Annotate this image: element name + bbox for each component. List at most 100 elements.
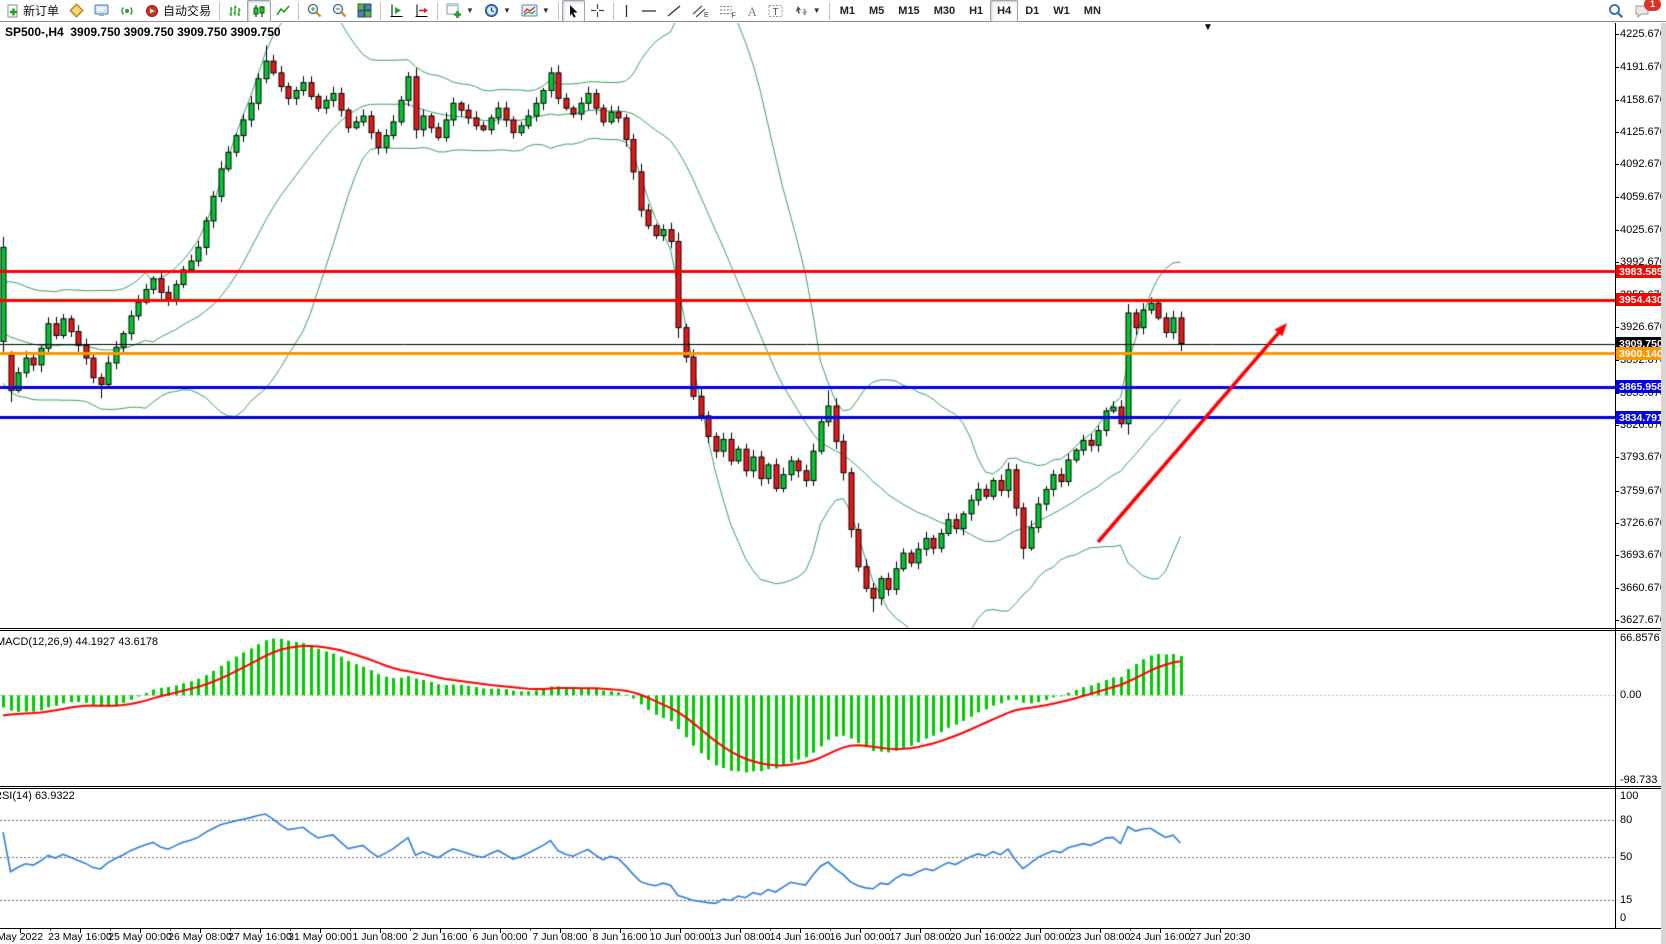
- text-label-button[interactable]: T: [763, 0, 789, 22]
- price-axis-tick: [1615, 164, 1619, 165]
- indicator-axis-label: 80: [1620, 814, 1632, 826]
- gold-diamond-icon: [69, 3, 84, 18]
- terminal-button[interactable]: [89, 0, 115, 22]
- notifications-button[interactable]: 1: [1629, 0, 1656, 22]
- time-axis-label: 8 Jun 16:00: [593, 931, 648, 943]
- chart-shift-button[interactable]: [384, 0, 409, 22]
- price-tag: 3983.585: [1616, 265, 1663, 278]
- trendline-button[interactable]: [662, 0, 687, 22]
- timeframe-button-W1[interactable]: W1: [1046, 0, 1077, 22]
- new-order-icon: [6, 4, 20, 18]
- zoom-in-icon: [307, 3, 322, 18]
- time-axis-minor-tick: [530, 929, 531, 931]
- indicators-dropdown[interactable]: ▼: [516, 0, 555, 22]
- price-tag: 3865.958: [1616, 380, 1663, 393]
- toolbar-separator: [219, 2, 220, 20]
- periodicity-dropdown[interactable]: ▼: [479, 0, 516, 22]
- price-axis-tick: [1615, 620, 1619, 621]
- price-axis-tick: [1615, 555, 1619, 556]
- zoom-out-button[interactable]: [327, 0, 352, 22]
- price-axis-label: 3693.670: [1620, 549, 1666, 561]
- vertical-line-button[interactable]: [617, 0, 636, 22]
- tile-windows-button[interactable]: [352, 0, 377, 22]
- market-watch-button[interactable]: [64, 0, 89, 22]
- price-axis-tick: [1615, 100, 1619, 101]
- chart-shift-marker[interactable]: ▼: [1203, 23, 1213, 33]
- timeframe-button-H1[interactable]: H1: [962, 0, 990, 22]
- price-axis-tick: [1615, 491, 1619, 492]
- notification-badge: 1: [1644, 0, 1661, 11]
- search-button[interactable]: [1603, 0, 1629, 22]
- time-axis-label: 2 Jun 16:00: [413, 931, 468, 943]
- timeframe-button-D1[interactable]: D1: [1018, 0, 1046, 22]
- time-axis-label: 13 Jun 08:00: [710, 931, 771, 943]
- price-axis-label: 4092.670: [1620, 158, 1666, 170]
- text-label-icon: T: [768, 4, 784, 18]
- zoom-in-button[interactable]: [302, 0, 327, 22]
- clock-icon: [484, 3, 499, 18]
- price-axis-label: 4158.670: [1620, 94, 1666, 106]
- line-chart-button[interactable]: [271, 0, 295, 22]
- auto-scroll-button[interactable]: [409, 0, 434, 22]
- candlestick-chart-button[interactable]: [247, 0, 271, 22]
- time-axis-label: 31 May 00:00: [288, 931, 352, 943]
- text-button[interactable]: A: [741, 0, 763, 22]
- timeframe-button-MN[interactable]: MN: [1077, 0, 1108, 22]
- indicator-axis-label: 15: [1620, 894, 1632, 906]
- new-order-button[interactable]: 新订单: [1, 0, 64, 22]
- price-axis-label: 3660.670: [1620, 582, 1666, 594]
- timeframe-button-M5[interactable]: M5: [862, 0, 891, 22]
- indicator-axis-label: 0.00: [1620, 689, 1641, 701]
- price-axis-tick: [1615, 262, 1619, 263]
- toolbar-separator: [829, 2, 830, 20]
- time-axis-label: 6 Jun 00:00: [473, 931, 528, 943]
- fibonacci-button[interactable]: F: [714, 0, 741, 22]
- line-chart-icon: [276, 4, 290, 18]
- new-order-label: 新订单: [23, 2, 59, 19]
- time-axis-minor-tick: [590, 929, 591, 931]
- timeframe-button-M30[interactable]: M30: [927, 0, 962, 22]
- price-axis-tick: [1615, 457, 1619, 458]
- svg-text:F: F: [731, 12, 735, 18]
- dropdown-caret: ▼: [813, 6, 821, 15]
- price-axis-tick: [1615, 523, 1619, 524]
- indicator-axis-label: -98.733: [1620, 774, 1657, 786]
- pane-splitter-macd-rsi[interactable]: [0, 786, 1666, 789]
- channel-icon: E: [692, 4, 709, 18]
- timeframe-button-H4[interactable]: H4: [990, 0, 1018, 22]
- signals-button[interactable]: [115, 0, 140, 22]
- pane-splitter-main-macd[interactable]: [0, 628, 1666, 631]
- timeframe-button-M15[interactable]: M15: [891, 0, 926, 22]
- time-axis-minor-tick: [410, 929, 411, 931]
- chart-bottom-border: [0, 928, 1666, 929]
- autotrading-button[interactable]: 自动交易: [140, 0, 216, 22]
- fibonacci-icon: F: [719, 4, 736, 18]
- timeframe-button-M1[interactable]: M1: [833, 0, 862, 22]
- rsi-pane-canvas[interactable]: [0, 789, 1615, 928]
- timeframe-bar: M1M5M15M30H1H4D1W1MN: [833, 0, 1108, 22]
- price-axis-tick: [1615, 360, 1619, 361]
- bar-chart-button[interactable]: [223, 0, 247, 22]
- crosshair-button[interactable]: [585, 0, 610, 22]
- horizontal-line-button[interactable]: [636, 0, 662, 22]
- equidistant-channel-button[interactable]: E: [687, 0, 714, 22]
- search-icon: [1608, 3, 1624, 19]
- price-axis-tick: [1615, 67, 1619, 68]
- time-axis-label: 26 May 08:00: [168, 931, 232, 943]
- time-axis-label: 10 Jun 00:00: [650, 931, 711, 943]
- price-axis-tick: [1615, 132, 1619, 133]
- time-axis-minor-tick: [470, 929, 471, 931]
- toolbar-separator: [558, 2, 559, 20]
- price-axis-label: 3793.670: [1620, 451, 1666, 463]
- price-axis-label: 3759.670: [1620, 485, 1666, 497]
- price-axis-label: 3726.670: [1620, 517, 1666, 529]
- time-axis-label: 24 Jun 16:00: [1130, 931, 1191, 943]
- svg-text:E: E: [704, 12, 709, 18]
- arrows-dropdown[interactable]: ▼: [789, 0, 826, 22]
- macd-pane-canvas[interactable]: [0, 632, 1615, 786]
- price-axis-label: 4125.670: [1620, 126, 1666, 138]
- cursor-button[interactable]: [562, 0, 585, 22]
- new-chart-dropdown[interactable]: ▼: [441, 0, 479, 22]
- price-axis-label: 4025.670: [1620, 224, 1666, 236]
- main-chart-canvas[interactable]: [0, 23, 1615, 629]
